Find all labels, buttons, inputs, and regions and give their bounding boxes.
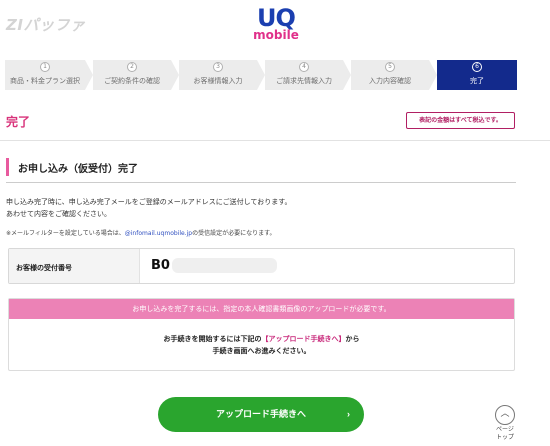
step-arrow-icon [85,60,93,90]
progress-steps: 1 商品・料金プラン選択 2 ご契約条件の確認 3 お客様情報入力 4 ご請求先… [5,60,517,90]
notice-body: お手続きを開始するには下記の【アップロード手続きへ】から 手続き画面へお進みくだ… [9,319,514,357]
upload-button-label: アップロード手続きへ [215,409,306,419]
step-label: 入力内容確認 [369,77,411,85]
page-top-label-1: ページ [496,426,514,433]
step-6-current: 6 完了 [437,60,517,90]
step-number: 5 [385,62,395,72]
step-label: 商品・料金プラン選択 [10,77,80,85]
step-1: 1 商品・料金プラン選択 [5,60,93,90]
receipt-number-box: お客様の受付番号 B0 [8,248,515,284]
section-heading: お申し込み（仮受付）完了 [6,155,516,183]
mail-filter-note: ※メールフィルターを設定している場合は、@infomail.uqmobile.j… [6,228,276,237]
step-number: 6 [472,62,482,72]
step-arrow-icon [343,60,351,90]
page-title: 完了 [6,115,31,129]
notice-body-pre: お手続きを開始するには下記の [163,335,262,343]
step-arrow-icon [429,60,437,90]
upload-notice-box: お申し込みを完了するには、指定の本人確認書類画像のアップロードが必要です。 お手… [8,298,515,371]
divider [0,140,550,141]
note-text-post: の受信設定が必要になります。 [192,230,276,237]
completion-message: 申し込み完了時に、申し込み完了メールをご登録のメールアドレスにご送付しております… [6,196,292,220]
tax-note-badge: 表記の金額はすべて税込です。 [406,112,515,129]
chevron-right-icon: › [347,409,350,419]
notice-line-1: お手続きを開始するには下記の【アップロード手続きへ】から [9,333,514,345]
step-2: 2 ご契約条件の確認 [93,60,179,90]
notice-line-2: 手続き画面へお進みください。 [212,347,311,355]
notice-header: お申し込みを完了するには、指定の本人確認書類画像のアップロードが必要です。 [9,299,514,319]
note-mail-domain: @infomail.uqmobile.jp [124,230,193,237]
message-line-1: 申し込み完了時に、申し込み完了メールをご登録のメールアドレスにご送付しております… [6,198,292,206]
uq-mobile-logo[interactable]: UQ mobile [236,6,316,42]
step-arrow-icon [257,60,265,90]
step-label: お客様情報入力 [193,77,243,85]
step-label: 完了 [470,77,484,85]
step-4: 4 ご請求先情報入力 [265,60,351,90]
step-label: ご請求先情報入力 [276,77,332,85]
step-number: 2 [127,62,137,72]
step-number: 1 [40,62,50,72]
chevron-up-icon: ︿ [495,405,515,425]
page-top-label-2: トップ [495,434,514,441]
step-number: 4 [299,62,309,72]
step-number: 3 [213,62,223,72]
logo-uq-text: UQ [257,4,296,32]
step-label: ご契約条件の確認 [104,77,160,85]
receipt-value-cell: B0 [140,249,277,283]
watermark-text: ZIパッファ [6,16,86,34]
section-title: お申し込み（仮受付）完了 [18,164,138,175]
receipt-number: B0 [151,258,170,273]
notice-body-highlight: 【アップロード手続きへ】 [261,335,346,343]
step-3: 3 お客様情報入力 [179,60,265,90]
receipt-label: お客様の受付番号 [9,249,140,283]
upload-procedure-button[interactable]: アップロード手続きへ › [158,397,364,432]
logo-mobile-text: mobile [253,28,299,42]
heading-accent-bar [6,158,9,176]
message-line-2: あわせて内容をご確認ください。 [6,210,111,218]
notice-body-post: から [345,335,360,343]
step-arrow-icon [171,60,179,90]
redacted-blur [172,258,277,273]
note-text-pre: ※メールフィルターを設定している場合は、 [6,230,125,237]
page-top-button[interactable]: ︿ ページ トップ [492,405,518,441]
step-5: 5 入力内容確認 [351,60,437,90]
